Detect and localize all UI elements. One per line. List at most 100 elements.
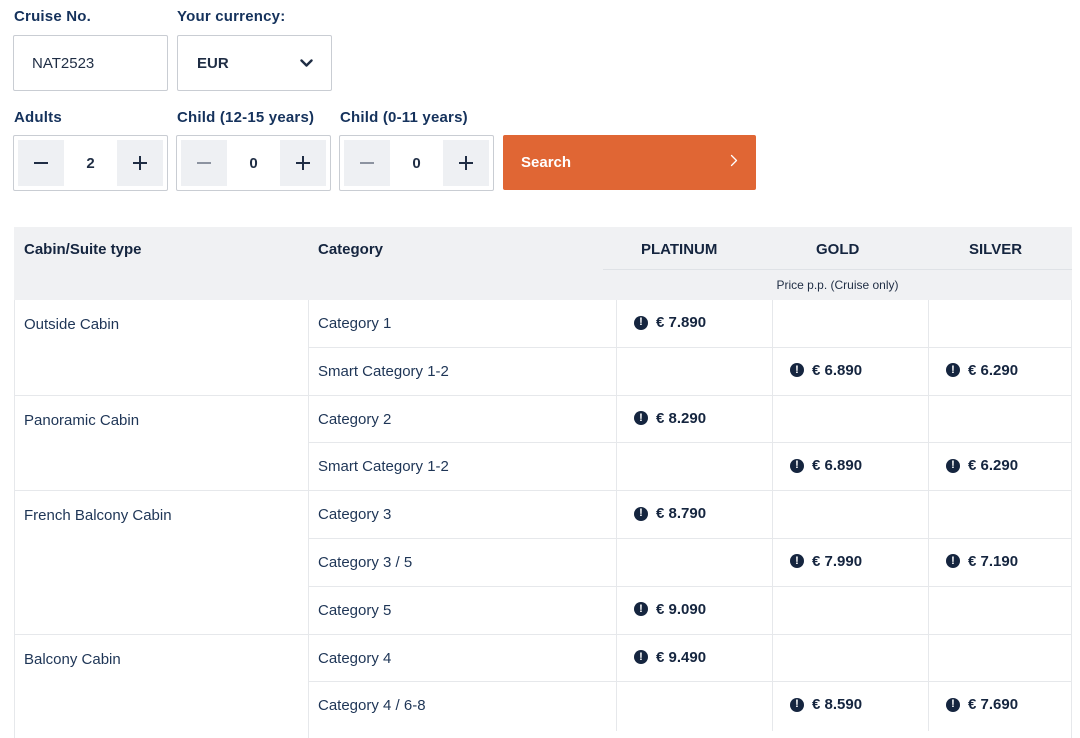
plus-icon (133, 156, 147, 170)
header-silver: SILVER (969, 241, 1023, 258)
currency-label: Your currency: (177, 8, 286, 25)
column-line (772, 538, 773, 587)
price-gold[interactable]: ! € 7.990 (790, 553, 862, 570)
child-0-11-increment-button[interactable] (443, 140, 489, 186)
price-value: € 7.890 (656, 314, 707, 331)
column-line (928, 300, 929, 348)
price-gold[interactable]: ! € 6.890 (790, 457, 862, 474)
child-12-15-decrement-button[interactable] (181, 140, 227, 186)
cruise-no-label: Cruise No. (14, 8, 92, 25)
child-12-15-stepper: 0 (176, 135, 331, 191)
child-0-11-stepper: 0 (339, 135, 494, 191)
price-note: Price p.p. (Cruise only) (603, 269, 1072, 300)
price-gold[interactable]: ! € 6.890 (790, 362, 862, 379)
table-left-border (14, 300, 15, 738)
price-gold[interactable]: ! € 8.590 (790, 696, 862, 713)
cruise-no-value: NAT2523 (32, 54, 95, 72)
column-line (772, 491, 773, 539)
info-icon[interactable]: ! (946, 554, 960, 569)
adults-decrement-button[interactable] (18, 140, 64, 186)
price-value: € 8.590 (812, 696, 863, 714)
category-name: Category 4 / 6-8 (318, 697, 426, 715)
header-category: Category (318, 241, 384, 258)
price-silver[interactable]: ! € 7.690 (946, 696, 1018, 713)
table-row: Smart Category 1-2! € 6.890! € 6.290 (308, 443, 1072, 493)
category-name: Category 4 (318, 649, 392, 667)
child-12-15-increment-button[interactable] (280, 140, 326, 186)
price-platinum[interactable]: ! € 8.790 (634, 505, 706, 522)
category-name: Smart Category 1-2 (318, 458, 449, 476)
adults-value[interactable]: 2 (64, 155, 117, 172)
info-icon[interactable]: ! (946, 697, 960, 712)
column-line (616, 443, 617, 493)
info-icon[interactable]: ! (634, 315, 648, 330)
child-12-15-value[interactable]: 0 (227, 155, 280, 172)
child-0-11-value[interactable]: 0 (390, 155, 443, 172)
table-row: Category 2 ! € 8.290 (308, 395, 1072, 444)
price-value: € 7.990 (812, 552, 863, 570)
search-button[interactable]: Search (503, 135, 756, 190)
table-header: Cabin/Suite type Category PLATINUM GOLD … (14, 227, 1072, 300)
column-line (616, 300, 617, 348)
table-row: Smart Category 1-2! € 6.890! € 6.290 (308, 347, 1072, 397)
adults-stepper: 2 (13, 135, 168, 191)
price-value: € 9.490 (656, 648, 707, 666)
child-0-11-decrement-button[interactable] (344, 140, 390, 186)
info-icon[interactable]: ! (946, 363, 960, 378)
adults-increment-button[interactable] (117, 140, 163, 186)
price-value: € 6.890 (812, 457, 863, 475)
table-column-divider (308, 300, 309, 738)
table-row: Category 3! € 8.790 (308, 491, 1072, 539)
category-name: Category 1 (318, 315, 392, 332)
table-right-border (1071, 300, 1072, 738)
adults-label: Adults (14, 109, 62, 126)
price-platinum[interactable]: ! € 7.890 (634, 314, 706, 331)
table-row: Category 5! € 9.090 (308, 586, 1072, 636)
column-line (772, 300, 773, 348)
info-icon[interactable]: ! (634, 506, 648, 521)
plus-icon (296, 156, 310, 170)
info-icon[interactable]: ! (634, 650, 648, 665)
column-line (928, 682, 929, 732)
column-line (772, 347, 773, 397)
info-icon[interactable]: ! (634, 602, 648, 617)
column-line (928, 491, 929, 539)
info-icon[interactable]: ! (790, 363, 804, 378)
column-line (772, 586, 773, 636)
info-icon[interactable]: ! (946, 458, 960, 473)
child-0-11-label: Child (0-11 years) (340, 109, 468, 126)
minus-icon (34, 162, 48, 164)
price-silver[interactable]: ! € 7.190 (946, 553, 1018, 570)
price-silver[interactable]: ! € 6.290 (946, 362, 1018, 379)
cabin-type-name: French Balcony Cabin (24, 507, 172, 525)
price-silver[interactable]: ! € 6.290 (946, 457, 1018, 474)
price-platinum[interactable]: ! € 9.090 (634, 601, 706, 618)
price-value: € 7.690 (968, 696, 1019, 714)
column-line (772, 443, 773, 493)
table-row: Category 1! € 7.890 (308, 300, 1072, 348)
column-line (928, 586, 929, 636)
table-row: Category 4! € 9.490 (308, 634, 1072, 683)
category-name: Category 2 (318, 410, 392, 428)
price-platinum[interactable]: ! € 9.490 (634, 649, 706, 666)
table-group: Panoramic Cabin Category 2 ! € 8.290 Smart C… (14, 395, 1072, 493)
cabin-type-name: Panoramic Cabin (24, 411, 140, 429)
price-table: Cabin/Suite type Category PLATINUM GOLD … (14, 227, 1072, 738)
column-line (928, 634, 929, 683)
price-value: € 6.290 (968, 457, 1019, 475)
table-body: Outside Cabin Category 1! € 7.890 Smart Cat… (14, 300, 1072, 732)
price-value: € 9.090 (656, 600, 707, 618)
chevron-down-icon (299, 56, 313, 70)
info-icon[interactable]: ! (634, 411, 648, 426)
cruise-no-input[interactable]: NAT2523 (13, 35, 168, 91)
column-line (616, 634, 617, 683)
minus-icon (360, 162, 374, 164)
info-icon[interactable]: ! (790, 458, 804, 473)
currency-select[interactable]: EUR (177, 35, 332, 91)
chevron-right-icon (730, 154, 738, 171)
column-line (616, 347, 617, 397)
header-cabin: Cabin/Suite type (24, 241, 142, 258)
price-platinum[interactable]: ! € 8.290 (634, 410, 706, 427)
info-icon[interactable]: ! (790, 697, 804, 712)
info-icon[interactable]: ! (790, 554, 804, 569)
